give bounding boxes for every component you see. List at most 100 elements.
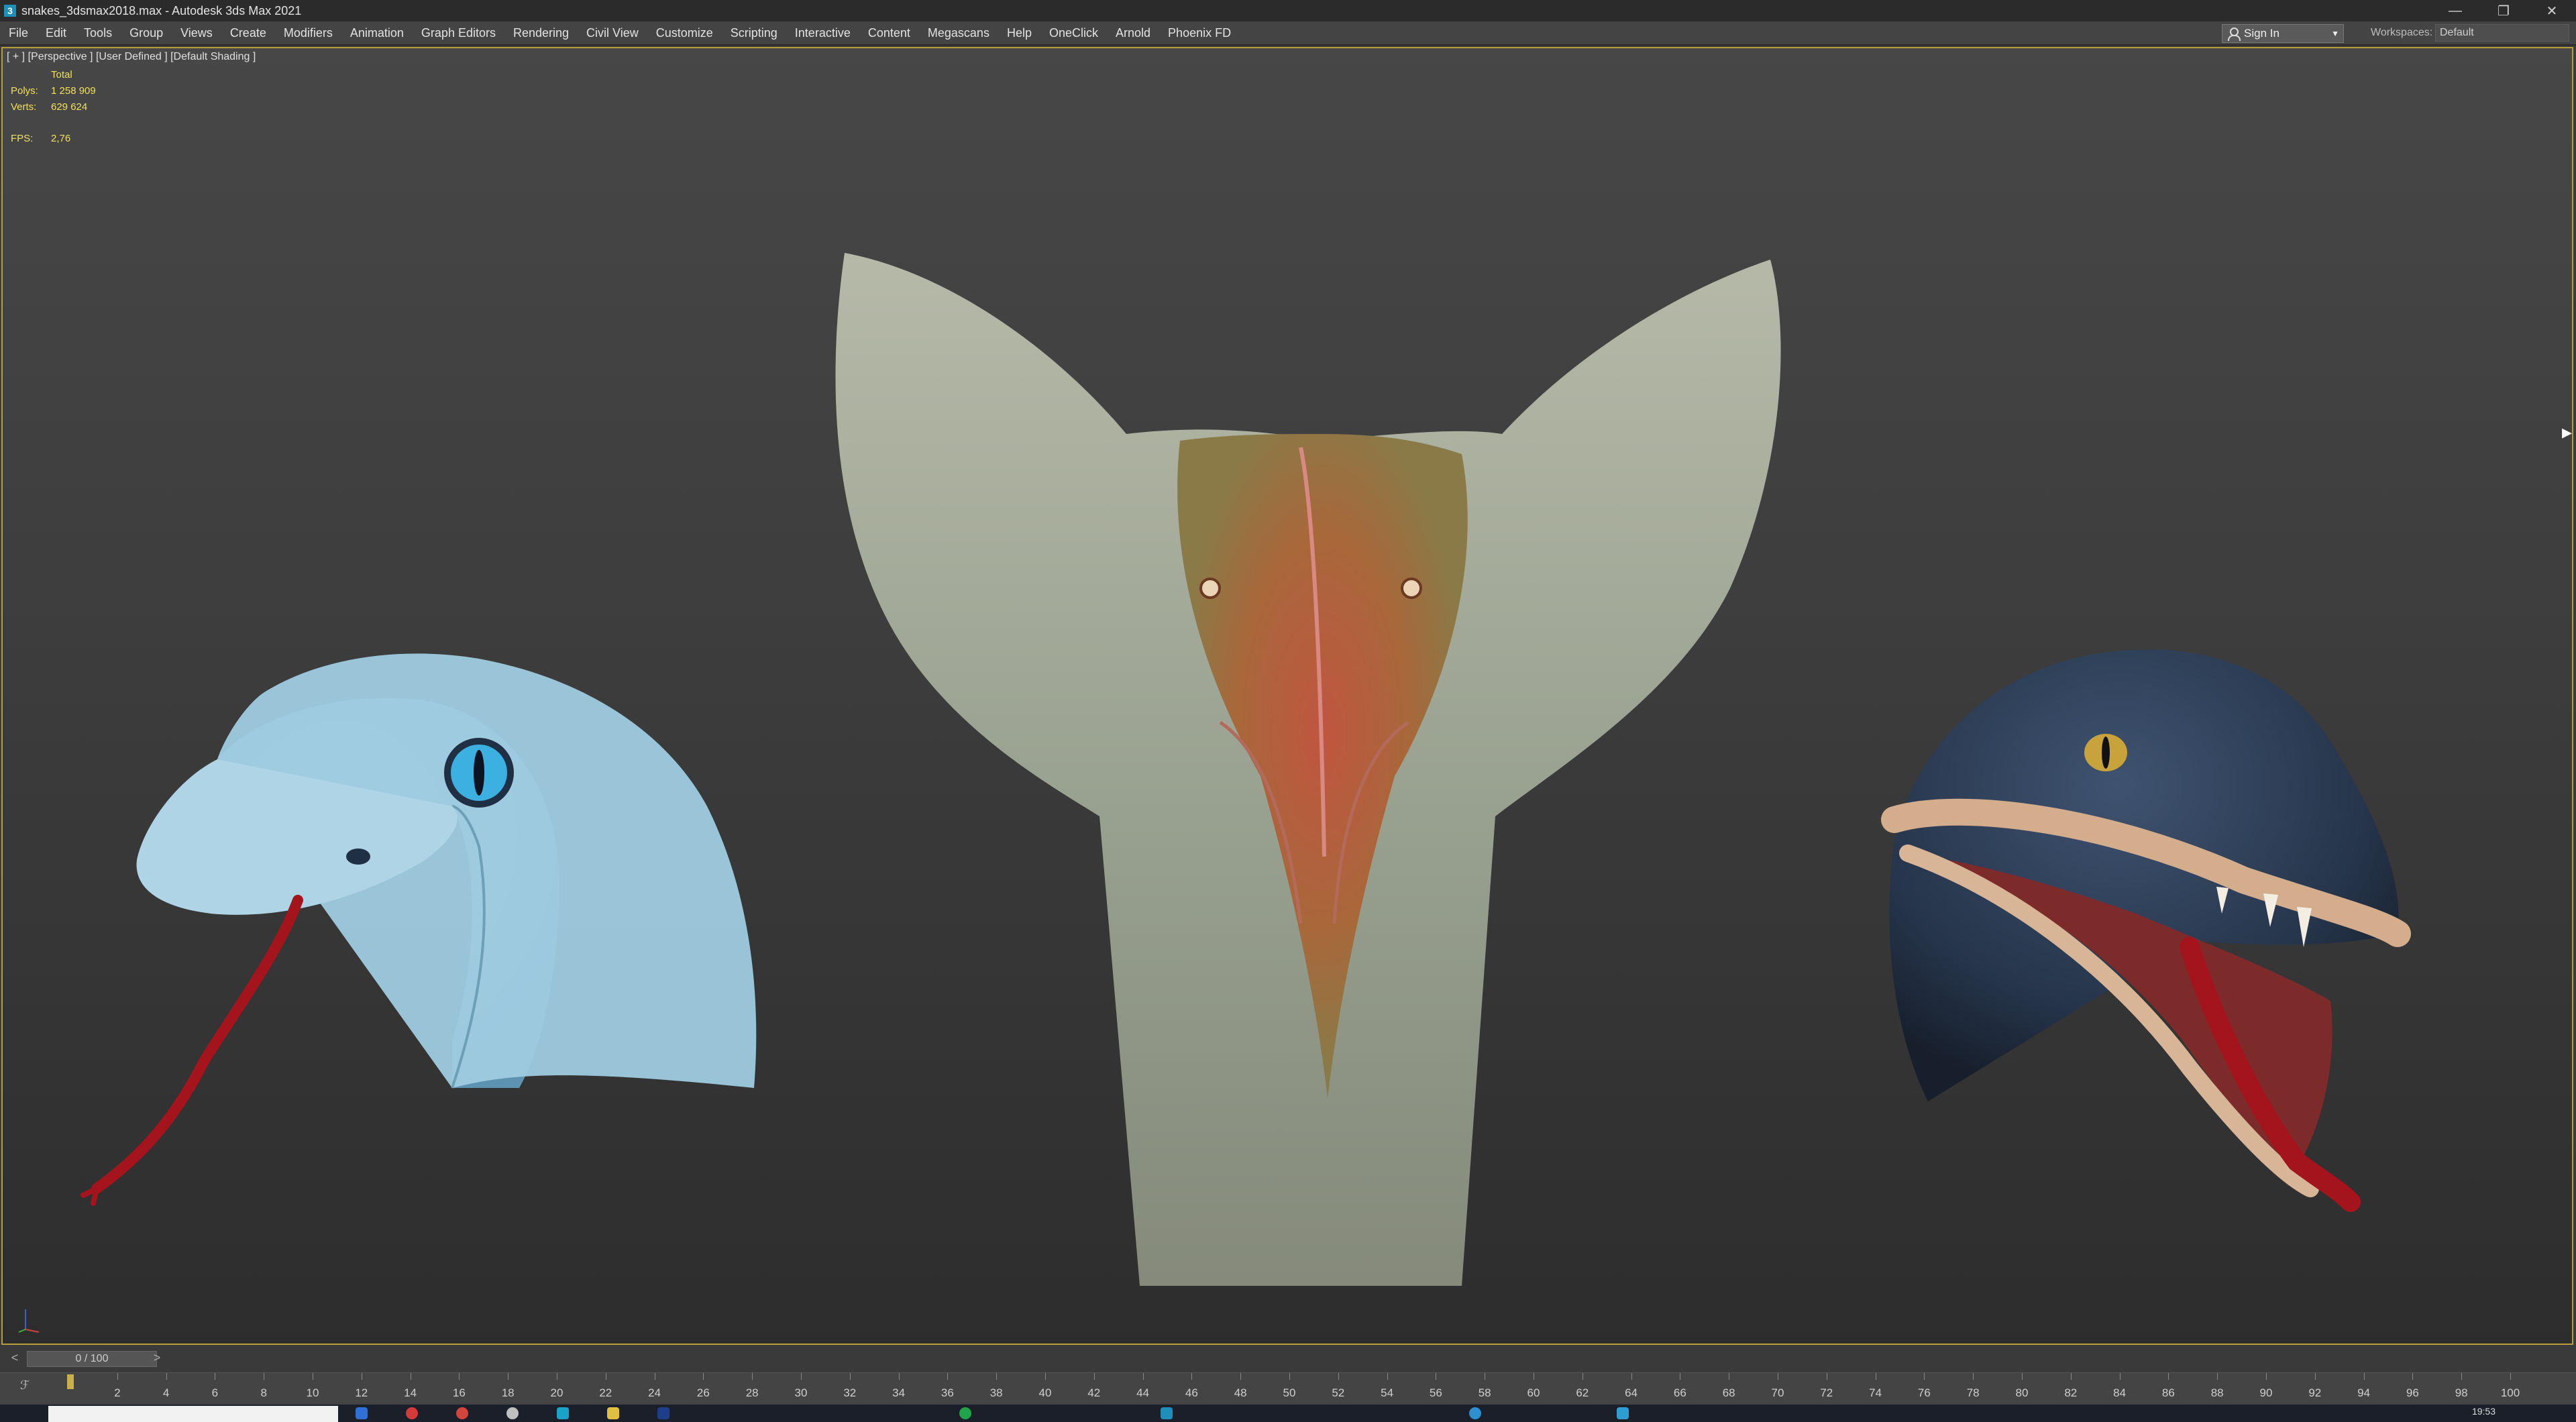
perspective-viewport[interactable]: [ + ] [Perspective ] [User Defined ] [De…: [1, 47, 2573, 1345]
menu-interactive[interactable]: Interactive: [786, 26, 859, 40]
frame-tick-label: 88: [2210, 1386, 2224, 1399]
menu-modifiers[interactable]: Modifiers: [275, 26, 341, 40]
frame-tick: [1093, 1373, 1095, 1380]
workspaces-select[interactable]: Default: [2435, 24, 2569, 42]
app-icon[interactable]: [456, 1407, 468, 1419]
app-icon[interactable]: [1617, 1407, 1629, 1419]
menu-oneclick[interactable]: OneClick: [1040, 26, 1107, 40]
frame-tick-label: 74: [1869, 1386, 1882, 1399]
dark-viper-head[interactable]: [1868, 598, 2418, 1242]
menu-graph-editors[interactable]: Graph Editors: [413, 26, 504, 40]
frame-tick: [1924, 1373, 1925, 1380]
frame-tick-label: 54: [1381, 1386, 1394, 1399]
minimize-icon[interactable]: —: [2431, 0, 2479, 21]
time-next-button[interactable]: >: [150, 1351, 164, 1364]
app-icon[interactable]: [506, 1407, 519, 1419]
workspaces-value: Default: [2440, 27, 2474, 38]
cobra-hood[interactable]: [804, 213, 1817, 1313]
title-bar: 3 snakes_3dsmax2018.max - Autodesk 3ds M…: [0, 0, 2576, 21]
menu-bar: File Edit Tools Group Views Create Modif…: [0, 21, 2576, 46]
frame-tick-label: 20: [550, 1386, 564, 1399]
frame-tick-label: 98: [2455, 1386, 2468, 1399]
frame-tick: [947, 1373, 949, 1380]
frame-tick-label: 64: [1625, 1386, 1638, 1399]
menu-views[interactable]: Views: [172, 26, 221, 40]
menu-scripting[interactable]: Scripting: [722, 26, 786, 40]
track-bar[interactable]: ℱ 2 4 6 8 10 12 14 16 18 20 22 24 26 28 30 32 34 36 38 40 42…: [0, 1372, 2576, 1405]
frame-tick-label: 22: [599, 1386, 612, 1399]
app-icon[interactable]: [657, 1407, 669, 1419]
close-icon[interactable]: ✕: [2528, 0, 2576, 21]
frame-tick: [1289, 1373, 1290, 1380]
frame-tick: [2314, 1373, 2316, 1380]
fps-counter: FPS: 2,76: [11, 133, 70, 144]
frame-tick-label: 40: [1038, 1386, 1052, 1399]
sign-in-dropdown[interactable]: Sign In ▼: [2222, 24, 2344, 43]
app-icon[interactable]: [607, 1407, 619, 1419]
key-filter-icon[interactable]: ℱ: [20, 1378, 30, 1392]
menu-content[interactable]: Content: [859, 26, 919, 40]
frame-tick-label: 56: [1429, 1386, 1442, 1399]
frame-tick: [849, 1373, 851, 1380]
frame-tick: [2461, 1373, 2463, 1380]
frame-tick: [1387, 1373, 1388, 1380]
frame-tick-label: 78: [1966, 1386, 1980, 1399]
menu-help[interactable]: Help: [998, 26, 1040, 40]
taskbar-clock[interactable]: 19:53: [2472, 1406, 2496, 1417]
frame-tick-label: 6: [211, 1386, 219, 1399]
menu-customize[interactable]: Customize: [647, 26, 722, 40]
frame-tick: [117, 1373, 118, 1380]
app-icon[interactable]: [406, 1407, 418, 1419]
frame-tick: [2217, 1373, 2218, 1380]
frame-tick: [459, 1373, 460, 1380]
menu-megascans[interactable]: Megascans: [919, 26, 998, 40]
app-icon[interactable]: [1469, 1407, 1481, 1419]
time-slider-handle[interactable]: 0 / 100: [27, 1351, 157, 1367]
menu-tools[interactable]: Tools: [75, 26, 121, 40]
taskbar-search-input[interactable]: [48, 1406, 338, 1422]
windows-taskbar: 19:53: [0, 1405, 2576, 1422]
window-controls: — ❐ ✕: [2431, 0, 2576, 21]
frame-tick: [996, 1373, 998, 1380]
restore-icon[interactable]: ❐: [2479, 0, 2528, 21]
frame-tick-label: 68: [1722, 1386, 1735, 1399]
frame-tick: [1240, 1373, 1242, 1380]
frame-tick: [1142, 1373, 1144, 1380]
frame-tick-label: 10: [306, 1386, 319, 1399]
frame-tick-label: 42: [1087, 1386, 1101, 1399]
menu-create[interactable]: Create: [221, 26, 275, 40]
frame-tick-label: 26: [696, 1386, 710, 1399]
frame-tick-label: 60: [1527, 1386, 1540, 1399]
frame-tick: [1973, 1373, 1974, 1380]
menu-rendering[interactable]: Rendering: [504, 26, 578, 40]
blue-snake-head[interactable]: [76, 605, 814, 1249]
frame-tick-label: 86: [2161, 1386, 2175, 1399]
app-icon[interactable]: [356, 1407, 368, 1419]
frame-tick: [1191, 1373, 1193, 1380]
frame-tick: [752, 1373, 753, 1380]
frame-tick: [1338, 1373, 1339, 1380]
menu-phoenix-fd[interactable]: Phoenix FD: [1159, 26, 1240, 40]
frame-tick-label: 48: [1234, 1386, 1247, 1399]
frame-tick: [166, 1373, 167, 1380]
frame-tick-label: 92: [2308, 1386, 2322, 1399]
menu-file[interactable]: File: [0, 26, 37, 40]
menu-arnold[interactable]: Arnold: [1107, 26, 1159, 40]
viewport-label[interactable]: [ + ] [Perspective ] [User Defined ] [De…: [7, 51, 256, 63]
sign-in-label: Sign In: [2244, 27, 2279, 40]
menu-civil-view[interactable]: Civil View: [578, 26, 647, 40]
frame-tick: [1045, 1373, 1046, 1380]
frame-tick: [898, 1373, 900, 1380]
menu-group[interactable]: Group: [121, 26, 172, 40]
3dsmax-taskbar-icon[interactable]: [1161, 1407, 1173, 1419]
time-prev-button[interactable]: <: [8, 1351, 21, 1364]
3dsmax-app-icon[interactable]: 3: [4, 5, 16, 17]
frame-ruler: 2 4 6 8 10 12 14 16 18 20 22 24 26 28 30 32 34 36 38 40 42 44…: [68, 1373, 2520, 1405]
frame-tick-label: 72: [1820, 1386, 1833, 1399]
app-icon[interactable]: [959, 1407, 971, 1419]
app-icon[interactable]: [557, 1407, 569, 1419]
menu-animation[interactable]: Animation: [341, 26, 413, 40]
frame-tick: [2168, 1373, 2169, 1380]
menu-edit[interactable]: Edit: [37, 26, 75, 40]
frame-tick: [1631, 1373, 1632, 1380]
